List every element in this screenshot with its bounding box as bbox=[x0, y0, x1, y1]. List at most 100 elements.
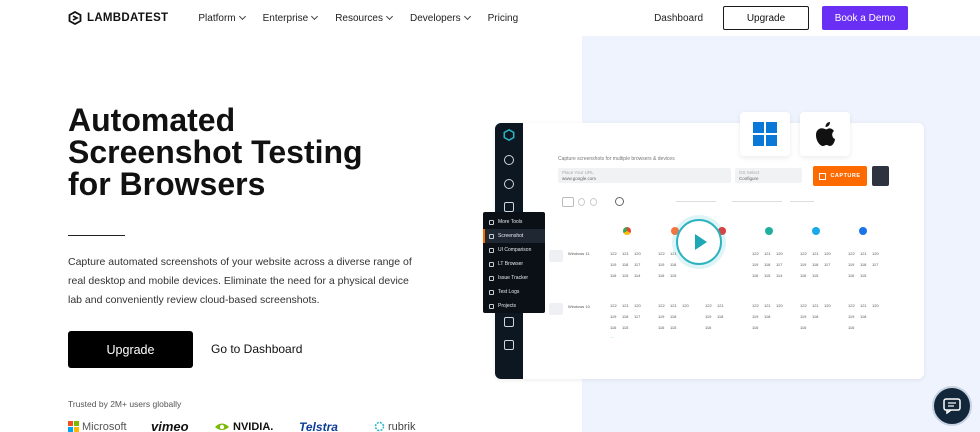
version-cell[interactable]: 122 bbox=[658, 303, 665, 308]
menu-platform[interactable]: Platform bbox=[198, 13, 246, 24]
version-cell[interactable]: 115 bbox=[812, 273, 818, 278]
version-cell[interactable]: 120 bbox=[634, 251, 641, 256]
version-cell[interactable]: 122 bbox=[610, 251, 617, 256]
version-cell[interactable]: 117 bbox=[872, 262, 878, 267]
version-cell[interactable]: 120 bbox=[872, 251, 879, 256]
brand-logo[interactable]: LAMBDATEST bbox=[68, 11, 168, 25]
version-cell[interactable]: 121 bbox=[670, 251, 677, 256]
version-cell[interactable]: 121 bbox=[860, 251, 867, 256]
version-cell[interactable]: 122 bbox=[705, 303, 712, 308]
menu-developers[interactable]: Developers bbox=[410, 13, 471, 24]
version-cell[interactable]: 115 bbox=[860, 273, 866, 278]
version-cell[interactable]: 118 bbox=[622, 262, 628, 267]
version-cell[interactable]: 117 bbox=[824, 262, 830, 267]
speed-icon[interactable] bbox=[504, 155, 514, 165]
version-cell[interactable]: 121 bbox=[622, 303, 629, 308]
settings-list-icon[interactable] bbox=[504, 340, 514, 350]
version-cell[interactable]: 115 bbox=[670, 273, 676, 278]
menu-item-ui-comparison[interactable]: UI Comparison bbox=[483, 243, 545, 257]
version-cell[interactable]: 119 bbox=[848, 314, 854, 319]
version-cell[interactable]: 122 bbox=[800, 303, 807, 308]
version-cell[interactable]: 121 bbox=[860, 303, 867, 308]
version-cell[interactable]: 121 bbox=[717, 303, 724, 308]
version-cell[interactable]: 116 bbox=[752, 273, 758, 278]
export-icon[interactable] bbox=[504, 317, 514, 327]
version-cell[interactable]: 122 bbox=[800, 251, 807, 256]
save-button[interactable] bbox=[872, 166, 889, 186]
version-cell[interactable]: 122 bbox=[848, 303, 855, 308]
version-cell[interactable]: 117 bbox=[634, 314, 640, 319]
version-cell-link[interactable]: ··· bbox=[610, 335, 614, 340]
version-cell[interactable]: 115 bbox=[670, 325, 676, 330]
version-cell[interactable]: 121 bbox=[764, 251, 771, 256]
menu-item-lt-browser[interactable]: LT Browser bbox=[483, 257, 545, 271]
capture-button[interactable]: CAPTURE bbox=[813, 166, 867, 186]
book-demo-button[interactable]: Book a Demo bbox=[822, 6, 908, 30]
clock-icon[interactable] bbox=[504, 179, 514, 189]
version-cell[interactable]: 119 bbox=[705, 314, 711, 319]
menu-item-screenshot[interactable]: Screenshot bbox=[483, 229, 545, 243]
version-cell[interactable]: 120 bbox=[824, 303, 831, 308]
version-cell[interactable]: 114 bbox=[634, 273, 640, 278]
version-cell[interactable]: 119 bbox=[800, 314, 806, 319]
version-cell[interactable]: 116 bbox=[848, 325, 854, 330]
version-cell[interactable]: 120 bbox=[634, 303, 641, 308]
version-cell[interactable]: 118 bbox=[860, 262, 866, 267]
url-input[interactable]: Place Your URL www.google.com bbox=[558, 168, 731, 183]
version-cell[interactable]: 116 bbox=[848, 273, 854, 278]
menu-pricing[interactable]: Pricing bbox=[488, 13, 519, 24]
version-cell[interactable]: 116 bbox=[658, 325, 664, 330]
version-cell[interactable]: 122 bbox=[610, 303, 617, 308]
version-cell[interactable]: 118 bbox=[670, 314, 676, 319]
version-cell[interactable]: 120 bbox=[776, 303, 783, 308]
version-cell[interactable]: 119 bbox=[610, 262, 616, 267]
version-cell[interactable]: 120 bbox=[872, 303, 879, 308]
version-cell[interactable]: 115 bbox=[622, 273, 628, 278]
tablet-icon[interactable] bbox=[590, 198, 597, 206]
version-cell[interactable]: 118 bbox=[812, 262, 818, 267]
version-cell[interactable]: 119 bbox=[658, 314, 664, 319]
go-to-dashboard-link[interactable]: Go to Dashboard bbox=[211, 342, 302, 356]
version-cell[interactable]: 116 bbox=[752, 325, 758, 330]
version-cell[interactable]: 116 bbox=[705, 325, 711, 330]
version-cell[interactable]: 119 bbox=[800, 262, 806, 267]
version-cell[interactable]: 119 bbox=[610, 314, 616, 319]
version-cell[interactable]: 121 bbox=[670, 303, 677, 308]
upgrade-button[interactable]: Upgrade bbox=[68, 331, 193, 368]
version-cell[interactable]: 121 bbox=[622, 251, 629, 256]
version-cell[interactable]: 120 bbox=[776, 251, 783, 256]
version-cell[interactable]: 119 bbox=[752, 314, 758, 319]
version-cell[interactable]: 116 bbox=[658, 273, 664, 278]
version-cell[interactable]: 117 bbox=[634, 262, 640, 267]
version-cell[interactable]: 121 bbox=[764, 303, 771, 308]
document-icon[interactable] bbox=[504, 202, 514, 212]
version-cell[interactable]: 118 bbox=[622, 314, 628, 319]
version-cell[interactable]: 118 bbox=[670, 262, 676, 267]
version-cell[interactable]: 115 bbox=[622, 325, 628, 330]
version-cell[interactable]: 121 bbox=[812, 303, 819, 308]
version-cell[interactable]: 118 bbox=[812, 314, 818, 319]
version-cell[interactable]: 116 bbox=[610, 325, 616, 330]
version-cell[interactable]: 119 bbox=[752, 262, 758, 267]
version-cell[interactable]: 116 bbox=[800, 325, 806, 330]
version-cell[interactable]: 119 bbox=[848, 262, 854, 267]
desktop-icon[interactable] bbox=[562, 197, 574, 207]
play-video-button[interactable] bbox=[676, 219, 722, 265]
version-cell[interactable]: 118 bbox=[717, 314, 723, 319]
dashboard-link[interactable]: Dashboard bbox=[654, 13, 703, 24]
chat-widget-button[interactable] bbox=[932, 386, 972, 426]
version-cell[interactable]: 114 bbox=[776, 273, 782, 278]
version-cell[interactable]: 117 bbox=[776, 262, 782, 267]
upgrade-nav-button[interactable]: Upgrade bbox=[723, 6, 809, 30]
version-cell[interactable]: 122 bbox=[848, 251, 855, 256]
version-cell[interactable]: 118 bbox=[860, 314, 866, 319]
version-cell[interactable]: 116 bbox=[800, 273, 806, 278]
version-cell[interactable]: 121 bbox=[812, 251, 819, 256]
version-cell[interactable]: 116 bbox=[610, 273, 616, 278]
menu-item-issue-tracker[interactable]: Issue Tracker bbox=[483, 271, 545, 285]
version-cell[interactable]: 119 bbox=[658, 262, 664, 267]
menu-enterprise[interactable]: Enterprise bbox=[263, 13, 319, 24]
menu-resources[interactable]: Resources bbox=[335, 13, 394, 24]
version-cell[interactable]: 122 bbox=[752, 251, 759, 256]
menu-item-projects[interactable]: Projects bbox=[483, 299, 545, 313]
